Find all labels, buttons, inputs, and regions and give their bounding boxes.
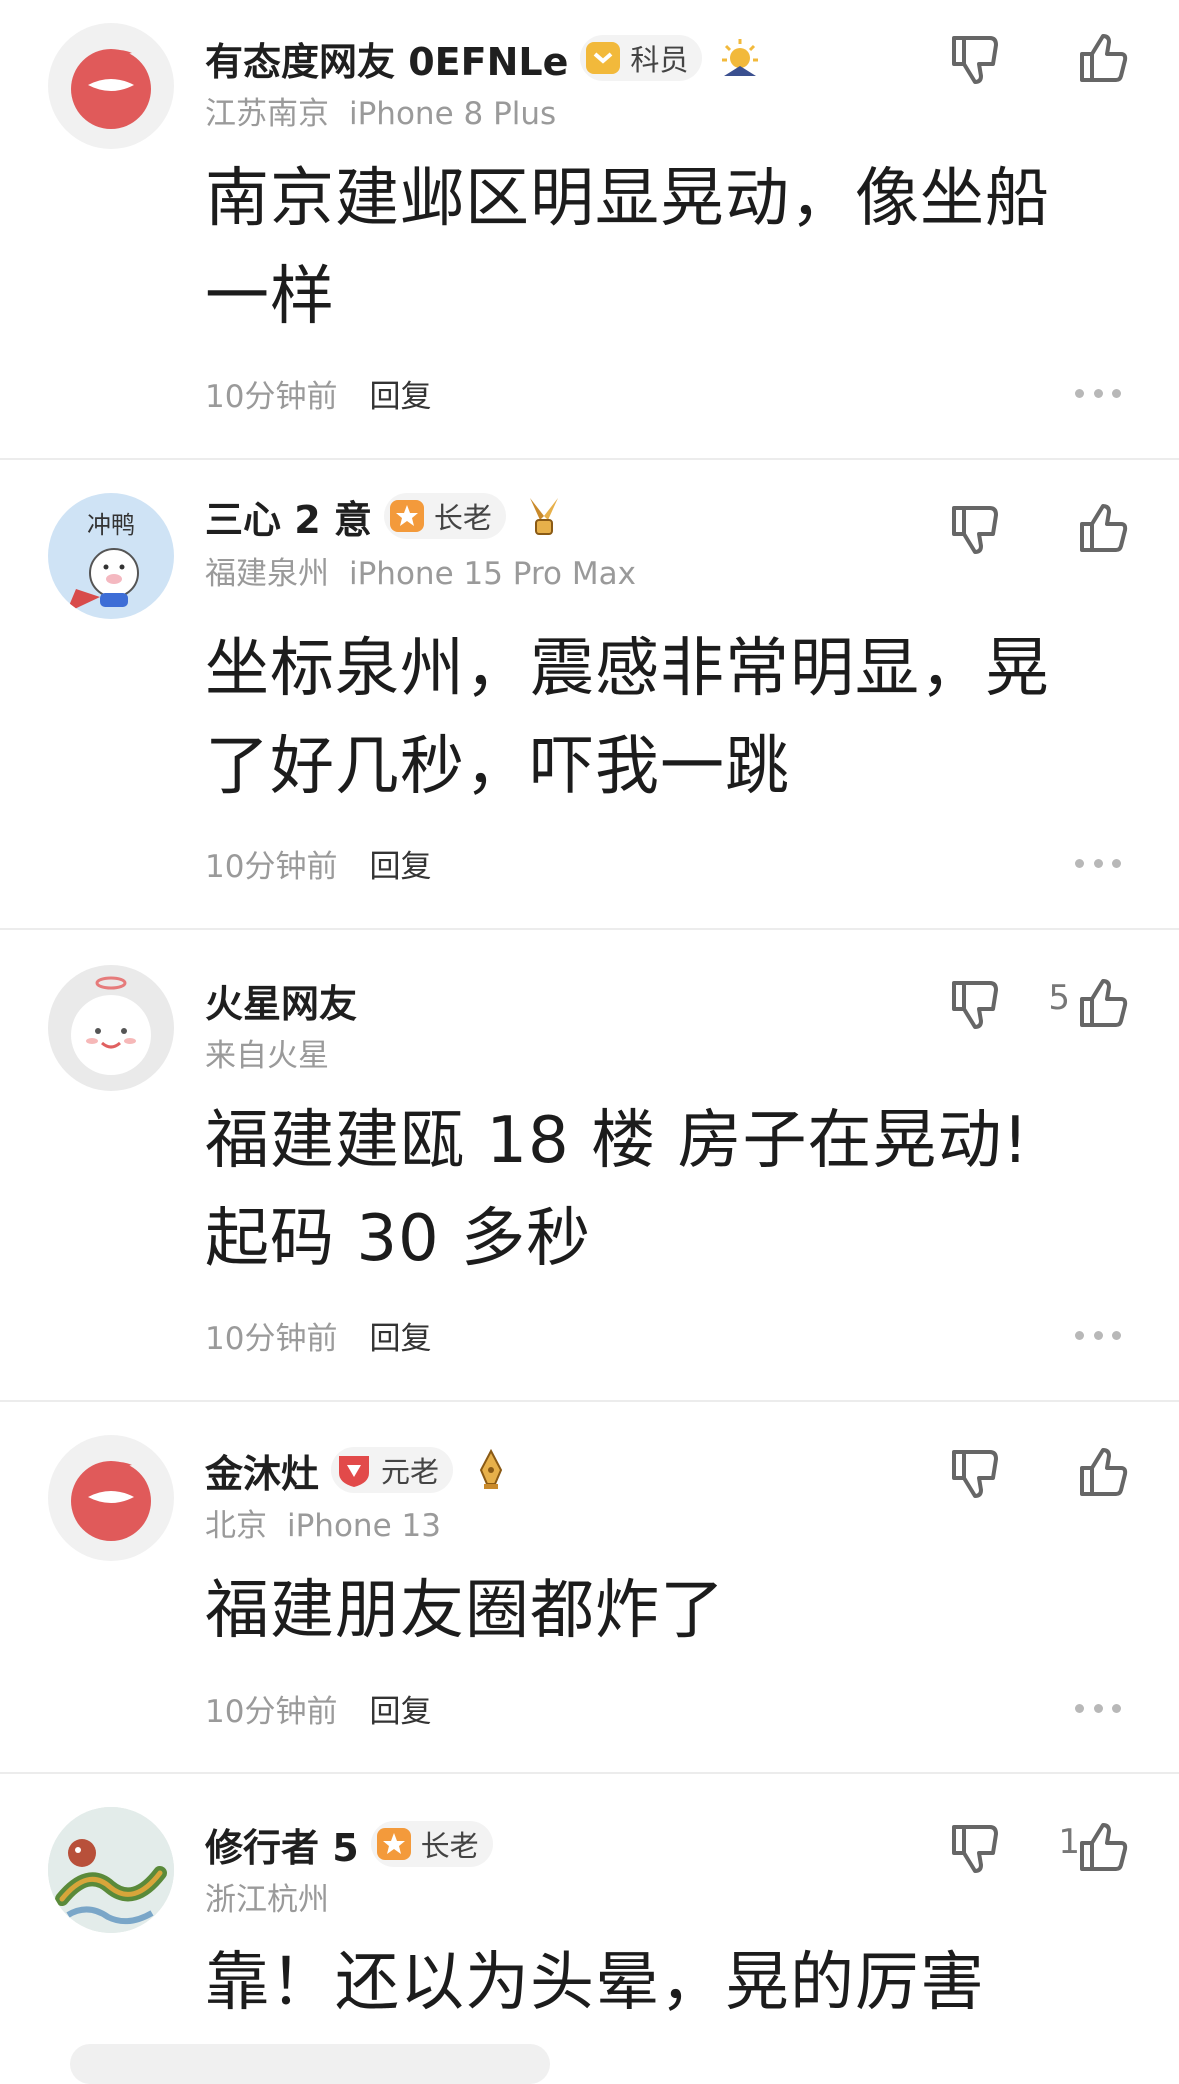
comment-text: 南京建邺区明显晃动，像坐船 一样 [205, 150, 1125, 346]
svg-text:冲鸭: 冲鸭 [87, 511, 135, 539]
user-meta: 福建泉州 iPhone 15 Pro Max [205, 548, 636, 593]
rank-label: 长老 [420, 1829, 479, 1863]
comment-meta: 10分钟前 回复 [205, 840, 431, 886]
timestamp: 10分钟前 [205, 378, 338, 415]
username[interactable]: 三心 2 意 [205, 489, 372, 544]
location: 福建泉州 [205, 556, 329, 592]
comment-item: 有态度网友 0EFNLe 科员 江苏南京 iPhone 8 Plus 南京建邺区明… [0, 0, 1179, 458]
rank-label: 元老 [381, 1455, 440, 1489]
rank-label: 长老 [433, 501, 492, 535]
more-options-icon[interactable] [1075, 387, 1121, 399]
user-info: 火星网友 [205, 974, 357, 1026]
reply-button[interactable]: 回复 [369, 1686, 431, 1731]
device: iPhone 13 [287, 1508, 441, 1544]
comment-item: 冲鸭 三心 2 意 长老 福建泉州 iPhone 15 Pro Max 坐标泉州，… [0, 460, 1179, 928]
rank-shield-icon [375, 1825, 413, 1863]
comment-text-line: 了好几秒，吓我一跳 [205, 730, 790, 804]
default-avatar-icon [71, 976, 151, 1075]
thumbs-down-icon[interactable] [946, 30, 1004, 88]
more-options-icon[interactable] [1075, 1329, 1121, 1341]
thumbs-down-icon[interactable] [946, 500, 1004, 558]
more-options-icon[interactable] [1075, 857, 1121, 869]
avatar[interactable] [48, 1435, 174, 1561]
user-info: 三心 2 意 长老 [205, 490, 566, 542]
rank-shield-icon [335, 1451, 373, 1489]
thumbs-up-icon[interactable] [1074, 975, 1132, 1033]
user-info: 修行者 5 长老 [205, 1818, 493, 1870]
thumbs-down-icon[interactable] [946, 1819, 1004, 1877]
avatar[interactable] [48, 1807, 174, 1933]
more-options-icon[interactable] [1075, 1702, 1121, 1714]
comment-text-line: 坐标泉州，震感非常明显，晃 [205, 632, 1050, 706]
comment-text-line: 一样 [205, 260, 335, 334]
avatar[interactable] [48, 23, 174, 149]
rank-badge: 长老 [383, 493, 506, 539]
rank-badge: 长老 [370, 1821, 493, 1867]
device: iPhone 15 Pro Max [349, 556, 636, 592]
timestamp: 10分钟前 [205, 848, 338, 885]
location: 北京 [205, 1508, 267, 1544]
device: iPhone 8 Plus [349, 96, 557, 132]
timestamp: 10分钟前 [205, 1693, 338, 1730]
user-meta: 北京 iPhone 13 [205, 1500, 441, 1545]
user-meta: 江苏南京 iPhone 8 Plus [205, 88, 556, 133]
like-count: 1 [1058, 1822, 1080, 1862]
user-meta: 浙江杭州 [205, 1874, 329, 1919]
thumbs-down-icon[interactable] [946, 1444, 1004, 1502]
rank-shield-icon [584, 39, 622, 77]
thumbs-up-icon[interactable] [1074, 30, 1132, 88]
location: 来自火星 [205, 1038, 329, 1074]
sunrise-medal-icon [718, 36, 762, 80]
rank-shield-icon [388, 497, 426, 535]
username[interactable]: 有态度网友 0EFNLe [205, 31, 568, 86]
location: 江苏南京 [205, 96, 329, 132]
dragon-avatar-icon [48, 1807, 174, 1933]
reply-button[interactable]: 回复 [369, 841, 431, 886]
like-count: 5 [1048, 978, 1070, 1018]
thumbs-down-icon[interactable] [946, 975, 1004, 1033]
trophy-medal-icon [522, 494, 566, 538]
rank-label: 科员 [630, 43, 689, 77]
username[interactable]: 火星网友 [205, 973, 357, 1028]
avatar[interactable] [48, 965, 174, 1091]
rank-badge: 元老 [331, 1447, 454, 1493]
comment-item: 火星网友 来自火星 5 福建建瓯 18 楼 房子在晃动! 起码 30 多秒 10… [0, 930, 1179, 1400]
comment-text: 坐标泉州，震感非常明显，晃 了好几秒，吓我一跳 [205, 620, 1125, 816]
timestamp: 10分钟前 [205, 1320, 338, 1357]
comment-item: 修行者 5 长老 浙江杭州 1 靠！还以为头晕，晃的厉害 [0, 1774, 1179, 2059]
username[interactable]: 金沐灶 [205, 1443, 319, 1498]
reply-button[interactable]: 回复 [369, 1313, 431, 1358]
pen-medal-icon [469, 1448, 513, 1492]
thumbs-up-icon[interactable] [1074, 500, 1132, 558]
comment-text-line: 南京建邺区明显晃动，像坐船 [205, 162, 1050, 236]
comment-text-line: 福建建瓯 18 楼 房子在晃动! [205, 1104, 1030, 1178]
rank-badge: 科员 [580, 35, 703, 81]
comment-text-line: 起码 30 多秒 [205, 1202, 592, 1276]
comment-text: 靠！还以为头晕，晃的厉害 [205, 1934, 1125, 2032]
location: 浙江杭州 [205, 1882, 329, 1918]
comment-meta: 10分钟前 回复 [205, 370, 431, 416]
app-logo-icon [71, 49, 151, 129]
thumbs-up-icon[interactable] [1074, 1819, 1132, 1877]
comment-text: 福建建瓯 18 楼 房子在晃动! 起码 30 多秒 [205, 1092, 1125, 1288]
app-logo-icon [71, 1461, 151, 1541]
cartoon-pig-avatar-icon: 冲鸭 [66, 511, 139, 613]
comment-item: 金沐灶 元老 北京 iPhone 13 福建朋友圈都炸了 10分钟前 回复 [0, 1402, 1179, 1772]
user-info: 金沐灶 元老 [205, 1444, 513, 1496]
comment-text: 福建朋友圈都炸了 [205, 1562, 1125, 1660]
user-meta: 来自火星 [205, 1030, 329, 1075]
comment-meta: 10分钟前 回复 [205, 1685, 431, 1731]
comment-meta: 10分钟前 回复 [205, 1312, 431, 1358]
thumbs-up-icon[interactable] [1074, 1444, 1132, 1502]
reply-preview-bar[interactable] [70, 2044, 550, 2084]
comment-text-line: 福建朋友圈都炸了 [205, 1574, 725, 1648]
reply-button[interactable]: 回复 [369, 371, 431, 416]
comment-text-line: 靠！还以为头晕，晃的厉害 [205, 1946, 985, 2020]
user-info: 有态度网友 0EFNLe 科员 [205, 32, 762, 84]
username[interactable]: 修行者 5 [205, 1817, 359, 1872]
avatar[interactable]: 冲鸭 [48, 493, 174, 619]
